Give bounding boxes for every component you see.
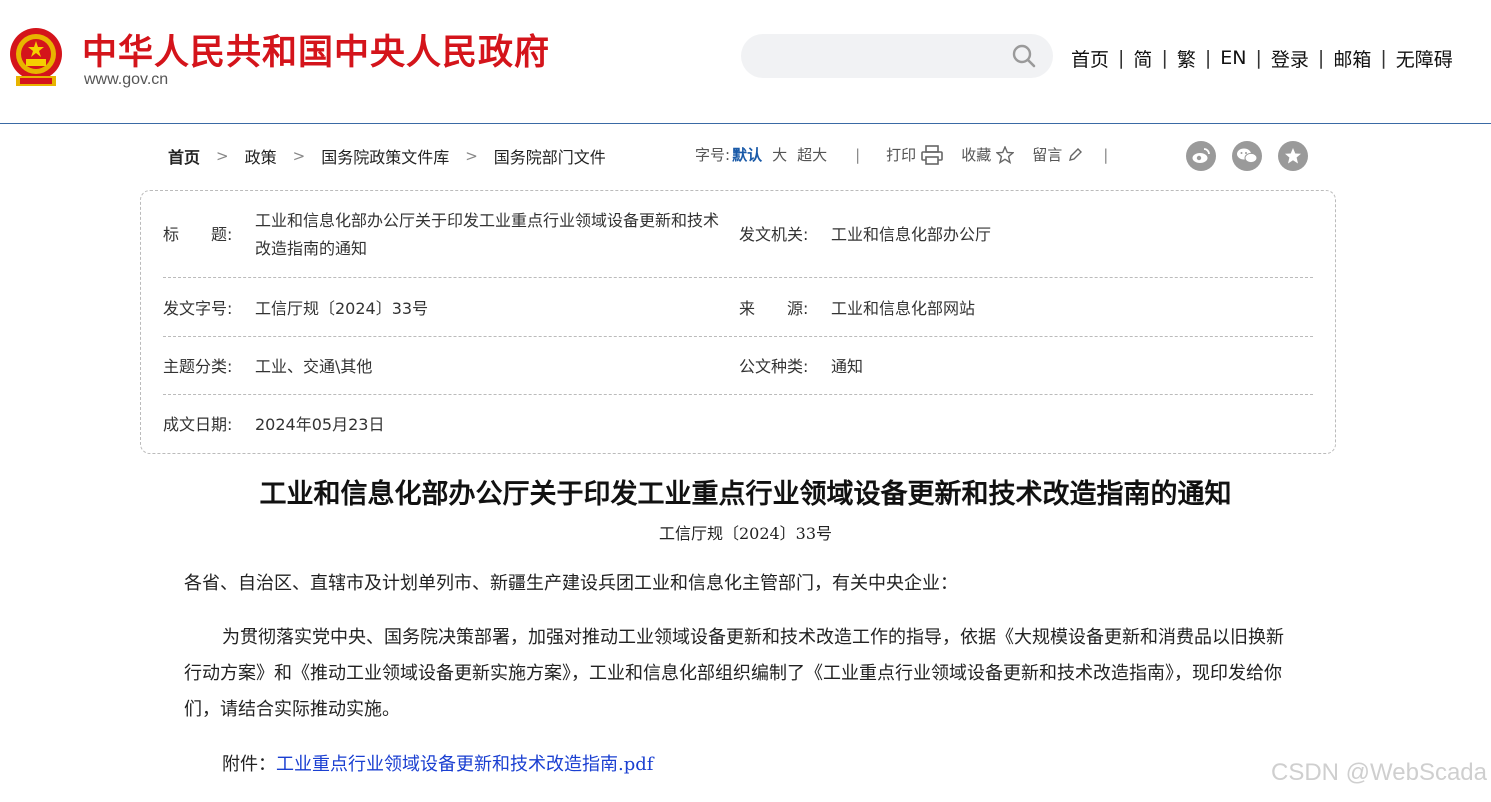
- document-info-panel: 标 题: 工业和信息化部办公厅关于印发工业重点行业领域设备更新和技术改造指南的通…: [140, 190, 1336, 454]
- wechat-icon[interactable]: [1232, 141, 1262, 171]
- divider: [163, 336, 1313, 337]
- info-title: 标 题: 工业和信息化部办公厅关于印发工业重点行业领域设备更新和技术改造指南的通…: [163, 207, 725, 263]
- info-category: 主题分类: 工业、交通\其他: [163, 353, 725, 381]
- nav-accessibility[interactable]: 无障碍: [1396, 45, 1453, 72]
- article-title: 工业和信息化部办公厅关于印发工业重点行业领域设备更新和技术改造指南的通知: [259, 479, 1232, 510]
- info-issuer-value: 工业和信息化部办公厅: [831, 225, 992, 244]
- nav-mailbox[interactable]: 邮箱: [1333, 45, 1371, 72]
- attachment-label: 附件：: [222, 754, 276, 775]
- font-size-large[interactable]: 大: [772, 144, 787, 165]
- info-issuer: 发文机关: 工业和信息化部办公厅: [739, 207, 1301, 263]
- info-docno-value: 工信厅规〔2024〕33号: [255, 299, 429, 318]
- info-doctype-value: 通知: [831, 357, 864, 376]
- nav-separator: |: [1161, 47, 1168, 69]
- font-size-xlarge[interactable]: 超大: [797, 144, 827, 165]
- qzone-icon[interactable]: [1278, 141, 1308, 171]
- info-date-value: 2024年05月23日: [255, 415, 385, 434]
- divider: [163, 277, 1313, 278]
- favorite-label: 收藏: [961, 146, 992, 164]
- article-docno: 工信厅规〔2024〕33号: [658, 524, 833, 543]
- info-doctype-label: 公文种类:: [739, 357, 809, 376]
- article-salutation: 各省、自治区、直辖市及计划单列市、新疆生产建设兵团工业和信息化主管部门，有关中央…: [184, 573, 958, 594]
- weibo-icon[interactable]: [1186, 141, 1216, 171]
- nav-login[interactable]: 登录: [1271, 45, 1309, 72]
- info-title-value: 工业和信息化部办公厅关于印发工业重点行业领域设备更新和技术改造指南的通知: [255, 211, 720, 258]
- info-source: 来 源: 工业和信息化部网站: [739, 295, 1301, 323]
- printer-icon: [921, 144, 943, 165]
- info-title-label: 标 题:: [163, 225, 233, 244]
- breadcrumb-policy-library[interactable]: 国务院政策文件库: [321, 144, 449, 168]
- info-docno: 发文字号: 工信厅规〔2024〕33号: [163, 295, 725, 323]
- info-docno-label: 发文字号:: [163, 299, 233, 318]
- info-issuer-label: 发文机关:: [739, 225, 809, 244]
- info-doctype: 公文种类: 通知: [739, 353, 1301, 381]
- breadcrumb-home[interactable]: 首页: [168, 144, 200, 168]
- watermark: CSDN @WebScada: [1271, 759, 1487, 786]
- site-domain: www.gov.cn: [84, 71, 169, 88]
- breadcrumb: 首页 > 政策 > 国务院政策文件库 > 国务院部门文件: [168, 144, 606, 168]
- site-header: 中华人民共和国中央人民政府 www.gov.cn 首页 | 简 | 繁 | EN | 登…: [0, 0, 1491, 124]
- info-source-value: 工业和信息化部网站: [831, 299, 976, 318]
- nav-separator: |: [1204, 47, 1212, 69]
- share-buttons: [1186, 141, 1324, 171]
- nav-english[interactable]: EN: [1220, 47, 1246, 69]
- chevron-right-icon: >: [465, 147, 478, 165]
- comment-button[interactable]: 留言: [1032, 144, 1083, 165]
- info-category-label: 主题分类:: [163, 357, 233, 376]
- tool-separator: |: [855, 145, 861, 164]
- top-nav: 首页 | 简 | 繁 | EN | 登录 | 邮箱 | 无障碍: [1071, 45, 1453, 71]
- chevron-right-icon: >: [292, 147, 306, 165]
- divider: [163, 394, 1313, 395]
- attachment: 附件：工业重点行业领域设备更新和技术改造指南.pdf: [222, 750, 653, 776]
- article-tools: 字号: 默认 大 超大 | 打印 收藏 留言 |: [695, 144, 1108, 165]
- info-source-label: 来 源:: [739, 299, 809, 318]
- tool-separator: |: [1103, 145, 1109, 164]
- search-icon[interactable]: [1011, 43, 1037, 69]
- font-size-label: 字号:: [695, 146, 731, 164]
- info-category-value: 工业、交通\其他: [255, 357, 373, 376]
- star-icon: [996, 145, 1015, 164]
- font-size-default[interactable]: 默认: [732, 144, 762, 165]
- pencil-icon: [1069, 147, 1083, 161]
- nav-separator: |: [1317, 47, 1325, 69]
- search-input[interactable]: [741, 34, 1053, 78]
- nav-separator: |: [1118, 47, 1125, 69]
- article-body: 为贯彻落实党中央、国务院决策部署，加强对推动工业领域设备更新和技术改造工作的指导…: [184, 627, 1284, 720]
- info-date-label: 成文日期:: [163, 415, 233, 434]
- chevron-right-icon: >: [216, 147, 229, 165]
- nav-separator: |: [1380, 47, 1387, 69]
- nav-traditional[interactable]: 繁: [1177, 45, 1196, 72]
- breadcrumb-department-docs[interactable]: 国务院部门文件: [494, 144, 606, 168]
- nav-home[interactable]: 首页: [1071, 45, 1109, 72]
- national-emblem-icon[interactable]: [6, 26, 66, 90]
- info-row: 标 题: 工业和信息化部办公厅关于印发工业重点行业领域设备更新和技术改造指南的通…: [163, 207, 1313, 263]
- print-button[interactable]: 打印: [886, 144, 943, 165]
- info-date: 成文日期: 2024年05月23日: [163, 411, 725, 439]
- print-label: 打印: [886, 146, 917, 164]
- favorite-button[interactable]: 收藏: [961, 144, 1015, 165]
- comment-label: 留言: [1032, 146, 1063, 164]
- nav-separator: |: [1255, 47, 1262, 69]
- attachment-link[interactable]: 工业重点行业领域设备更新和技术改造指南.pdf: [276, 754, 653, 775]
- breadcrumb-policy[interactable]: 政策: [245, 144, 277, 168]
- nav-simplified[interactable]: 简: [1133, 45, 1152, 72]
- site-title[interactable]: 中华人民共和国中央人民政府: [82, 24, 550, 75]
